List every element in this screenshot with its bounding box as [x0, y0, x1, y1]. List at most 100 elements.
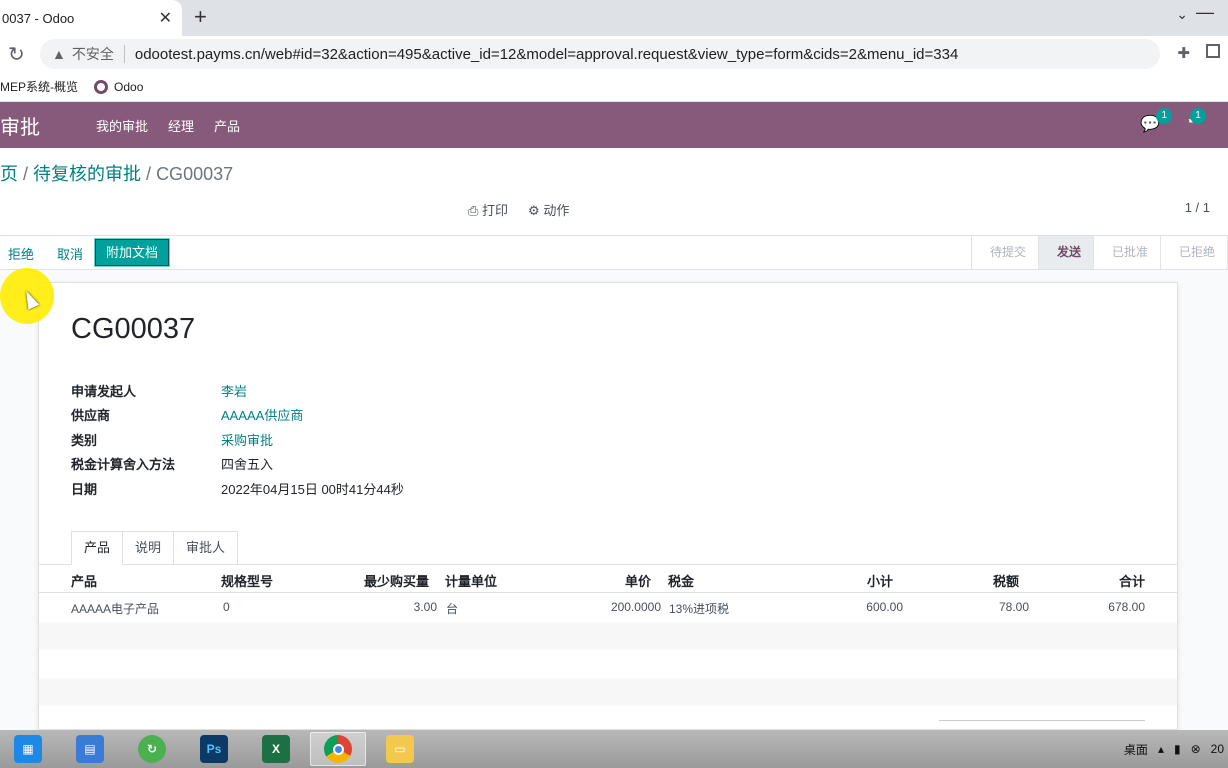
taskbar-refresh-app[interactable]: ↻: [124, 732, 180, 766]
insecure-label: 不安全: [71, 46, 114, 62]
cell-uom: 台: [446, 602, 459, 616]
column-header[interactable]: 最少购买量: [349, 571, 429, 590]
empty-row[interactable]: [39, 678, 1177, 706]
cell-product: AAAAA电子产品: [71, 602, 160, 616]
photoshop-icon: Ps: [200, 735, 228, 763]
print-icon: ⎙: [468, 203, 483, 218]
bookmark-mep[interactable]: MEP系统-概览: [0, 78, 78, 95]
field-tax-rounding: 税金计算舍入方法 四舍五入: [71, 454, 273, 473]
tab-products[interactable]: 产品: [71, 531, 124, 565]
taskbar-photoshop[interactable]: Ps: [186, 732, 242, 766]
browser-tabbar: 0037 - Odoo ✕ + ⌄ —: [0, 0, 1228, 36]
column-header[interactable]: 规格型号: [221, 571, 273, 590]
tab-description[interactable]: 说明: [122, 531, 175, 565]
bookmarks-bar: MEP系统-概览 Odoo: [0, 72, 1228, 102]
start-button[interactable]: ▦: [0, 732, 56, 766]
stage-rejected[interactable]: 已拒绝: [1161, 236, 1228, 269]
form-sheet: CG00037 申请发起人 李岩 供应商 AAAAA供应商 类别 采购审批 税金…: [38, 282, 1178, 730]
breadcrumb-parent[interactable]: 待复核的审批: [33, 164, 141, 184]
taskbar-explorer[interactable]: ▤: [62, 732, 118, 766]
divider: [939, 720, 1145, 721]
warning-icon: ▲: [52, 46, 66, 62]
field-date: 日期 2022年04月15日 00时41分44秒: [71, 479, 404, 498]
tab-title: 0037 - Odoo: [2, 10, 75, 26]
messages-icon[interactable]: 💬 1: [1140, 108, 1173, 134]
cell-unit-price: 200.0000: [610, 600, 661, 614]
cell-tax-amount: 78.00: [998, 600, 1029, 614]
date-value[interactable]: 2022年04月15日 00时41分44秒: [221, 479, 404, 498]
empty-row[interactable]: [39, 622, 1177, 650]
category-link[interactable]: 采购审批: [221, 430, 273, 449]
table-row[interactable]: AAAAA电子产品 0 3.00 台 200.0000 13%进项税 600.0…: [39, 594, 1177, 622]
chrome-icon: [324, 735, 352, 763]
app-name[interactable]: 审批: [0, 111, 40, 140]
table-header: 产品 规格型号 最少购买量 计量单位 单价 税金 小计 税额 合计: [39, 565, 1177, 593]
requester-link[interactable]: 李岩: [221, 381, 247, 400]
messages-badge: 1: [1156, 108, 1173, 124]
pager[interactable]: 1 / 1: [1185, 200, 1210, 215]
empty-row[interactable]: [39, 650, 1177, 678]
divider: [123, 45, 125, 63]
close-circle-icon[interactable]: ⊗: [1191, 742, 1201, 756]
action-button[interactable]: ⚙ 动作: [528, 200, 569, 219]
tab-approvers[interactable]: 审批人: [173, 531, 239, 565]
breadcrumb: 页 / 待复核的审批 / CG00037: [0, 164, 234, 184]
stage-approved[interactable]: 已批准: [1094, 236, 1161, 269]
breadcrumb-current: CG00037: [156, 164, 234, 184]
sidepanel-icon[interactable]: [1206, 44, 1220, 58]
desktop-label[interactable]: 桌面: [1124, 741, 1148, 758]
new-tab-icon[interactable]: +: [194, 4, 207, 30]
column-header[interactable]: 税金: [668, 571, 694, 590]
chevron-down-icon[interactable]: ⌄: [1176, 6, 1188, 23]
os-taskbar: ▦ ▤ ↻ Ps X ▭ 桌面 ▴ ▮ ⊗ 20: [0, 730, 1228, 768]
column-header[interactable]: 小计: [813, 571, 893, 590]
system-tray: 桌面 ▴ ▮ ⊗ 20: [1124, 730, 1228, 768]
url-text: odootest.payms.cn/web#id=32&action=495&a…: [134, 45, 959, 63]
stage-pipeline: 待提交 发送 已批准 已拒绝: [970, 236, 1228, 269]
vendor-link[interactable]: AAAAA供应商: [221, 405, 303, 424]
cell-min-qty: 3.00: [413, 600, 437, 614]
attach-document-button[interactable]: 附加文档: [93, 238, 171, 267]
address-row: ↻ ▲ 不安全 odootest.payms.cn/web#id=32&acti…: [0, 36, 1228, 72]
browser-tab[interactable]: 0037 - Odoo ✕: [0, 0, 182, 36]
folder-icon: ▭: [386, 735, 414, 763]
column-header[interactable]: 单价: [569, 571, 651, 590]
cell-spec: 0: [223, 600, 230, 614]
column-header[interactable]: 产品: [71, 571, 97, 590]
column-header[interactable]: 税额: [939, 571, 1019, 590]
notebook-tabs: 产品 说明 审批人: [71, 531, 239, 565]
menu-my-approvals[interactable]: 我的审批: [96, 116, 148, 135]
close-icon[interactable]: ✕: [159, 8, 172, 28]
column-header[interactable]: 计量单位: [445, 571, 497, 590]
chevron-up-icon[interactable]: ▴: [1158, 742, 1164, 756]
activities-badge: 1: [1190, 108, 1206, 124]
field-requester: 申请发起人 李岩: [71, 381, 247, 400]
taskbar-folder[interactable]: ▭: [372, 732, 428, 766]
menu-manager[interactable]: 经理: [168, 116, 194, 135]
menu-products[interactable]: 产品: [214, 116, 240, 135]
field-category: 类别 采购审批: [71, 430, 273, 449]
bookmark-odoo[interactable]: Odoo: [94, 79, 143, 94]
stage-draft[interactable]: 待提交: [972, 236, 1039, 269]
taskbar-excel[interactable]: X: [248, 732, 304, 766]
clock[interactable]: 20: [1211, 742, 1224, 756]
tax-rounding-value[interactable]: 四舍五入: [221, 454, 273, 473]
activities-icon[interactable]: ◔ 1: [1184, 108, 1206, 134]
print-button[interactable]: ⎙ 打印: [468, 200, 508, 219]
extensions-icon[interactable]: ✚: [1177, 44, 1190, 62]
address-bar[interactable]: ▲ 不安全 odootest.payms.cn/web#id=32&action…: [40, 39, 1160, 69]
minimize-icon[interactable]: —: [1196, 2, 1214, 23]
odoo-icon: [94, 79, 109, 94]
taskbar-chrome[interactable]: [310, 732, 366, 766]
breadcrumb-prev[interactable]: 页: [0, 164, 18, 184]
reject-button[interactable]: 拒绝: [8, 244, 34, 263]
stage-sent[interactable]: 发送: [1038, 236, 1094, 269]
network-icon[interactable]: ▮: [1174, 742, 1181, 756]
cell-subtotal: 600.00: [866, 600, 903, 614]
reload-icon[interactable]: ↻: [8, 42, 25, 67]
column-header[interactable]: 合计: [1065, 571, 1145, 590]
gear-icon: ⚙: [528, 203, 544, 218]
odoo-navbar: 审批 我的审批 经理 产品 💬 1 ◔ 1: [0, 102, 1228, 148]
cancel-button[interactable]: 取消: [57, 244, 83, 263]
record-title: CG00037: [71, 313, 196, 345]
